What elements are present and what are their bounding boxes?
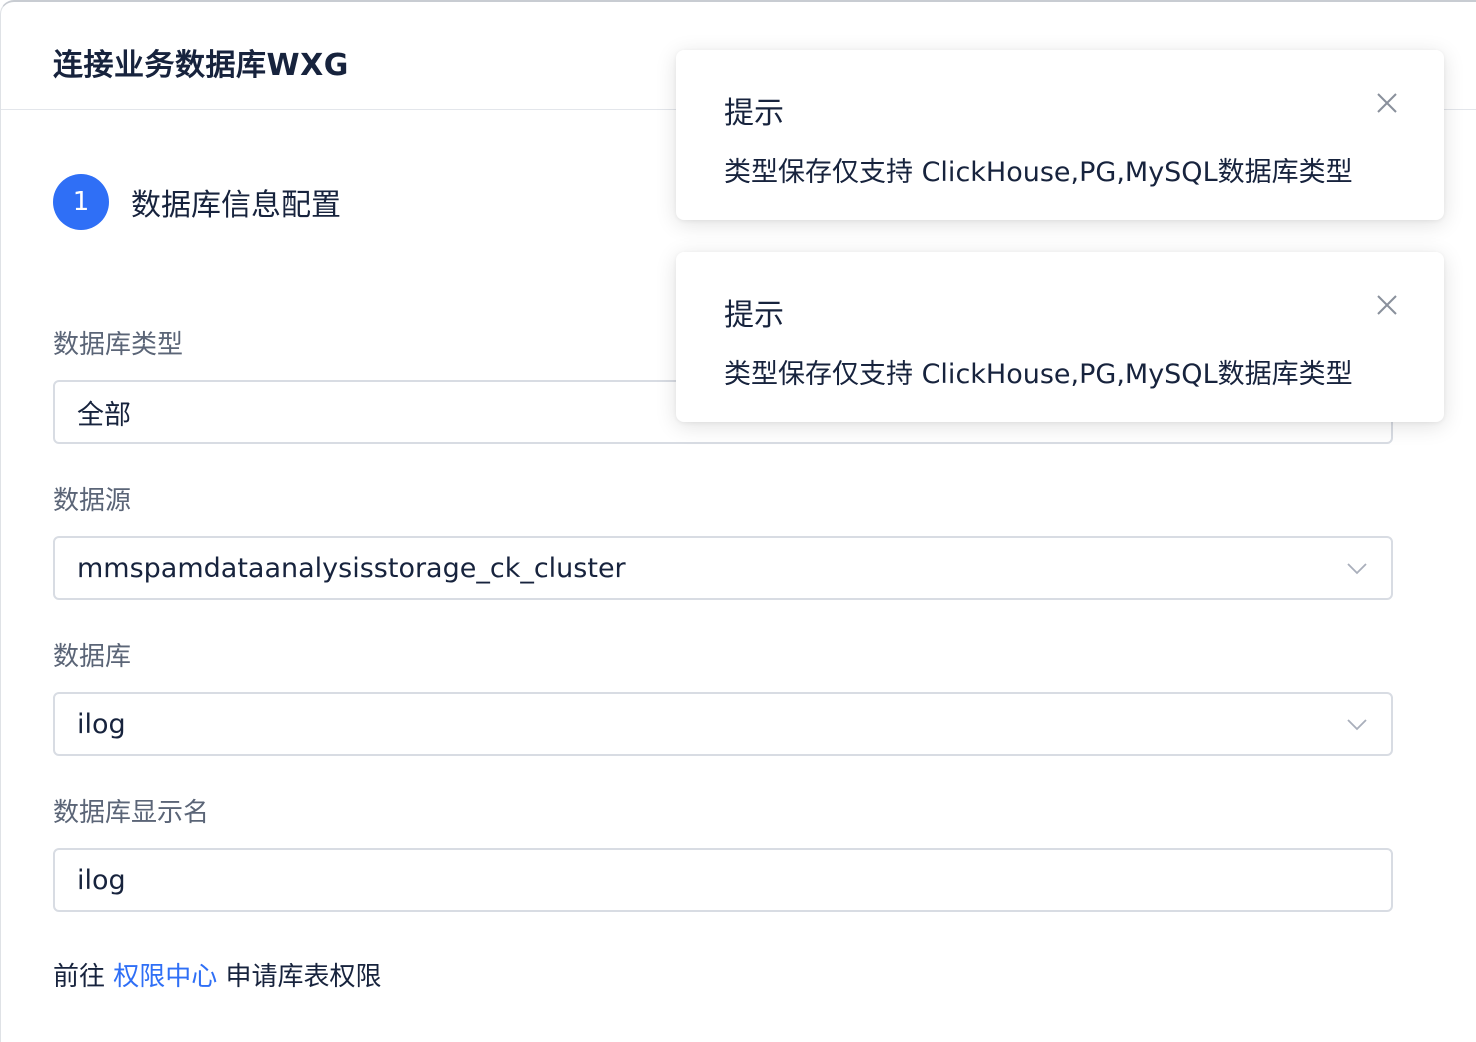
permission-note-prefix: 前往 xyxy=(53,962,114,992)
display-name-value: ilog xyxy=(77,864,126,896)
permission-center-link[interactable]: 权限中心 xyxy=(113,962,217,992)
datasource-value: mmspamdataanalysisstorage_ck_cluster xyxy=(77,552,626,584)
step-number-badge: 1 xyxy=(53,174,109,230)
db-type-label: 数据库类型 xyxy=(53,330,184,360)
datasource-select[interactable]: mmspamdataanalysisstorage_ck_cluster xyxy=(53,536,1393,600)
toast-notification: 提示 类型保存仅支持 ClickHouse,PG,MySQL数据库类型 xyxy=(676,252,1444,422)
step-indicator: 1 数据库信息配置 xyxy=(53,174,341,230)
toast-title: 提示 xyxy=(724,298,784,333)
database-select[interactable]: ilog xyxy=(53,692,1393,756)
datasource-label: 数据源 xyxy=(53,486,132,516)
dialog-title: 连接业务数据库WXG xyxy=(53,48,349,83)
step-title: 数据库信息配置 xyxy=(131,188,341,223)
permission-note-suffix: 申请库表权限 xyxy=(217,962,382,992)
toast-title: 提示 xyxy=(724,96,784,131)
display-name-input[interactable]: ilog xyxy=(53,848,1393,912)
toast-message: 类型保存仅支持 ClickHouse,PG,MySQL数据库类型 xyxy=(724,157,1353,188)
chevron-down-icon xyxy=(1347,719,1367,731)
db-type-value: 全部 xyxy=(77,399,131,431)
toast-notification: 提示 类型保存仅支持 ClickHouse,PG,MySQL数据库类型 xyxy=(676,50,1444,220)
database-value: ilog xyxy=(77,708,126,740)
permission-note: 前往 权限中心 申请库表权限 xyxy=(53,956,382,993)
display-name-label: 数据库显示名 xyxy=(53,798,210,828)
close-icon[interactable] xyxy=(1376,92,1398,114)
toast-message: 类型保存仅支持 ClickHouse,PG,MySQL数据库类型 xyxy=(724,359,1353,390)
database-label: 数据库 xyxy=(53,642,132,672)
chevron-down-icon xyxy=(1347,563,1367,575)
close-icon[interactable] xyxy=(1376,294,1398,316)
